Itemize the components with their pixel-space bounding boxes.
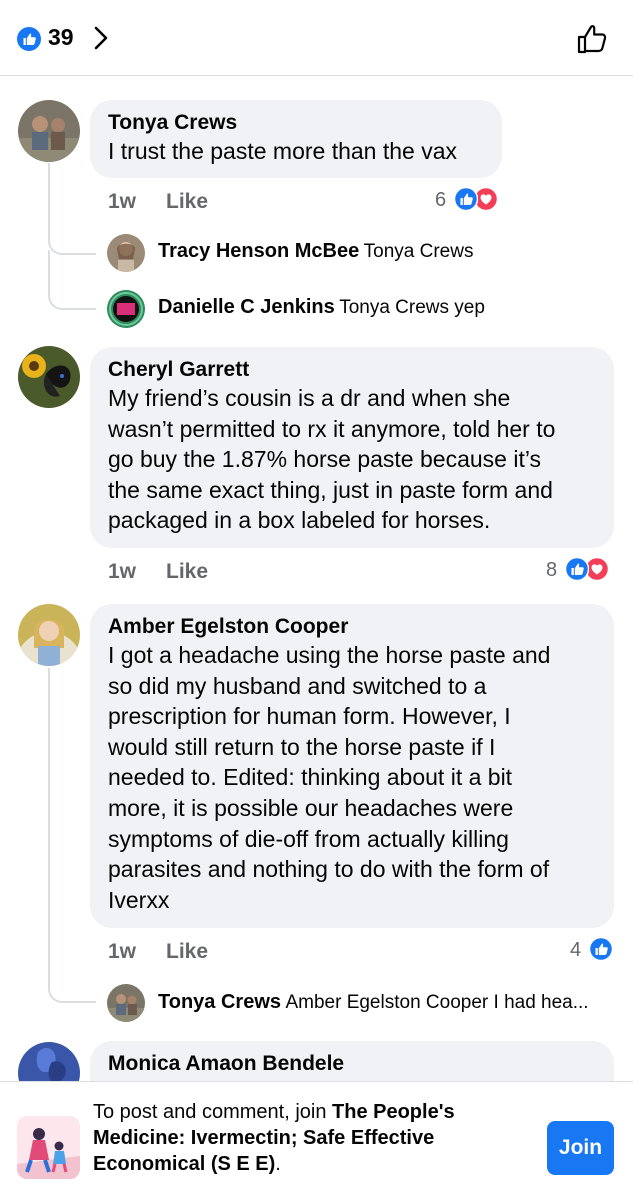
comment-time[interactable]: 1w (108, 190, 166, 214)
comment-text: My friend’s cousin is a dr and when she … (108, 385, 556, 534)
comment-text: I trust the paste more than the vax (108, 138, 458, 164)
avatar[interactable] (107, 290, 145, 328)
chevron-right-icon[interactable] (91, 24, 111, 52)
reply-author[interactable]: Tracy Henson McBee (158, 240, 359, 262)
join-button[interactable]: Join (547, 1121, 614, 1175)
reaction-count[interactable]: 4 (570, 939, 581, 962)
comment-actions: 1w Like (108, 940, 208, 964)
comment-author[interactable]: Cheryl Garrett (108, 357, 596, 383)
reaction-count[interactable]: 39 (48, 24, 74, 51)
avatar[interactable] (18, 346, 80, 408)
like-button[interactable]: Like (166, 560, 208, 583)
like-button[interactable]: Like (166, 190, 208, 213)
comment-actions: 1w Like (108, 560, 208, 584)
like-icon (454, 187, 478, 211)
reaction-icons[interactable] (454, 187, 502, 211)
join-group-bar: To post and comment, join The People's M… (0, 1081, 633, 1200)
comment-bubble: Cheryl Garrett My friend’s cousin is a d… (90, 347, 614, 548)
comment-bubble: Tonya Crews I trust the paste more than … (90, 100, 502, 178)
thread-connector (48, 285, 96, 310)
avatar[interactable] (107, 984, 145, 1022)
avatar[interactable] (107, 234, 145, 272)
comment-text: I got a headache using the horse paste a… (108, 642, 551, 913)
avatar[interactable] (18, 100, 80, 162)
comment-time[interactable]: 1w (108, 940, 166, 964)
reply-preview[interactable]: Tracy Henson McBee Tonya Crews (158, 240, 618, 263)
join-prompt: To post and comment, join The People's M… (93, 1099, 513, 1177)
reply-text: Tonya Crews (363, 241, 474, 262)
thread-line (48, 250, 50, 290)
reply-preview[interactable]: Tonya Crews Amber Egelston Cooper I had … (158, 991, 618, 1014)
thread-line (48, 163, 50, 241)
reply-preview[interactable]: Danielle C Jenkins Tonya Crews yep (158, 296, 618, 319)
comment-actions: 1w Like (108, 190, 208, 214)
comment-bubble: Amber Egelston Cooper I got a headache u… (90, 604, 614, 928)
thumbs-up-outline-icon[interactable] (575, 22, 609, 56)
like-icon[interactable] (17, 27, 41, 51)
join-prompt-suffix: . (275, 1153, 281, 1175)
like-icon (565, 557, 589, 581)
reply-author[interactable]: Danielle C Jenkins (158, 296, 335, 318)
like-button[interactable]: Like (166, 940, 208, 963)
reply-author[interactable]: Tonya Crews (158, 991, 281, 1013)
join-prompt-text: To post and comment, join (93, 1101, 333, 1123)
comment-author[interactable]: Monica Amaon Bendele (108, 1051, 596, 1077)
thread-connector (48, 235, 96, 255)
group-icon[interactable] (17, 1116, 80, 1179)
comment-author[interactable]: Amber Egelston Cooper (108, 614, 596, 640)
thread-connector (48, 980, 96, 1003)
comment-time[interactable]: 1w (108, 560, 166, 584)
reaction-icons[interactable] (589, 937, 613, 961)
reaction-count[interactable]: 6 (435, 189, 446, 212)
avatar[interactable] (18, 604, 80, 666)
reaction-icons[interactable] (565, 557, 613, 581)
comment-author[interactable]: Tonya Crews (108, 110, 484, 136)
reply-text: Amber Egelston Cooper I had hea... (285, 992, 589, 1013)
reply-text: Tonya Crews yep (339, 297, 485, 318)
thread-line (48, 668, 50, 988)
reactions-header: 39 (0, 0, 633, 76)
like-icon (589, 937, 613, 961)
reaction-count[interactable]: 8 (546, 559, 557, 582)
